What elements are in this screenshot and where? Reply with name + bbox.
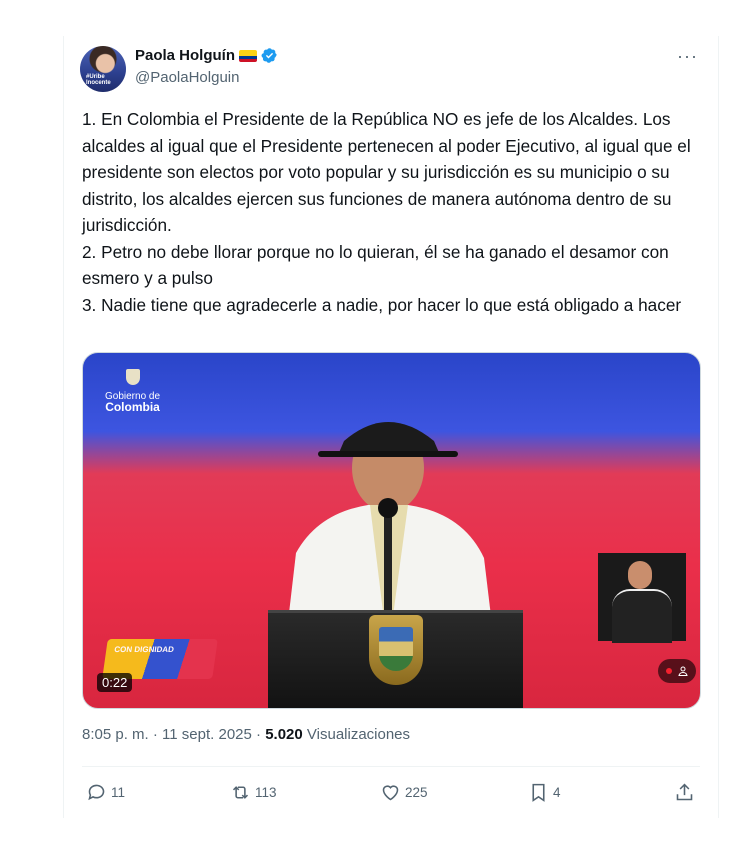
share-button[interactable] bbox=[674, 782, 695, 803]
heart-icon bbox=[382, 785, 399, 801]
tweet-time[interactable]: 8:05 p. m. bbox=[82, 726, 149, 743]
bookmark-button[interactable]: 4 bbox=[528, 782, 561, 803]
tweet-paragraph-3: 3. Nadie tiene que agradecerle a nadie, … bbox=[82, 294, 682, 315]
bookmark-count: 4 bbox=[553, 785, 561, 800]
share-icon bbox=[676, 783, 693, 801]
author-name-row: Paola Holguín bbox=[135, 47, 278, 64]
divider bbox=[82, 766, 700, 767]
author-display-name[interactable]: Paola Holguín bbox=[135, 47, 235, 64]
repost-icon bbox=[232, 786, 249, 799]
bookmark-icon bbox=[532, 783, 545, 802]
coat-of-arms-icon bbox=[125, 369, 140, 385]
author-handle[interactable]: @PaolaHolguin bbox=[135, 69, 239, 86]
gov-line-2: Colombia bbox=[105, 400, 160, 414]
views-label: Visualizaciones bbox=[306, 726, 411, 743]
person-icon bbox=[677, 666, 688, 676]
video-player[interactable]: Gobierno de Colombia CON DIGNIDAD 0:22 bbox=[82, 352, 701, 709]
avatar-caption: #Uribe Inocente bbox=[86, 74, 111, 86]
meta-separator-2: · bbox=[256, 726, 262, 743]
reply-count: 11 bbox=[111, 785, 126, 800]
like-button[interactable]: 225 bbox=[380, 782, 428, 803]
video-control-pill[interactable] bbox=[658, 659, 696, 683]
repost-count: 113 bbox=[255, 785, 277, 800]
sign-language-interpreter bbox=[598, 553, 686, 643]
tweet-meta: 8:05 p. m. · 11 sept. 2025 · 5.020 Visua… bbox=[82, 726, 410, 743]
government-logo: Gobierno de Colombia bbox=[105, 369, 160, 414]
podium-emblem bbox=[369, 615, 423, 685]
video-duration: 0:22 bbox=[97, 673, 133, 692]
tweet-date[interactable]: 11 sept. 2025 bbox=[162, 726, 252, 743]
views-count: 5.020 bbox=[265, 726, 303, 743]
colombia-flag-icon bbox=[239, 49, 258, 62]
more-options-icon[interactable]: ··· bbox=[677, 46, 698, 67]
action-bar: 11 113 225 4 bbox=[84, 782, 702, 806]
tweet-paragraph-2: 2. Petro no debe llorar porque no lo qui… bbox=[82, 241, 669, 289]
tweet-text: 1. En Colombia el Presidente de la Repúb… bbox=[82, 106, 707, 318]
meta-separator: · bbox=[152, 726, 158, 743]
reply-button[interactable]: 11 bbox=[86, 782, 125, 803]
tweet-paragraph-1: 1. En Colombia el Presidente de la Repúb… bbox=[82, 109, 691, 235]
event-logo-text: CON DIGNIDAD bbox=[113, 645, 175, 654]
tweet-card: #Uribe Inocente Paola Holguín @PaolaHolg… bbox=[63, 36, 719, 818]
repost-button[interactable]: 113 bbox=[230, 782, 277, 803]
like-count: 225 bbox=[405, 785, 428, 800]
avatar[interactable]: #Uribe Inocente bbox=[80, 46, 126, 92]
recording-dot-icon bbox=[665, 668, 672, 674]
reply-icon bbox=[88, 784, 105, 801]
verified-badge-icon[interactable] bbox=[261, 47, 278, 64]
